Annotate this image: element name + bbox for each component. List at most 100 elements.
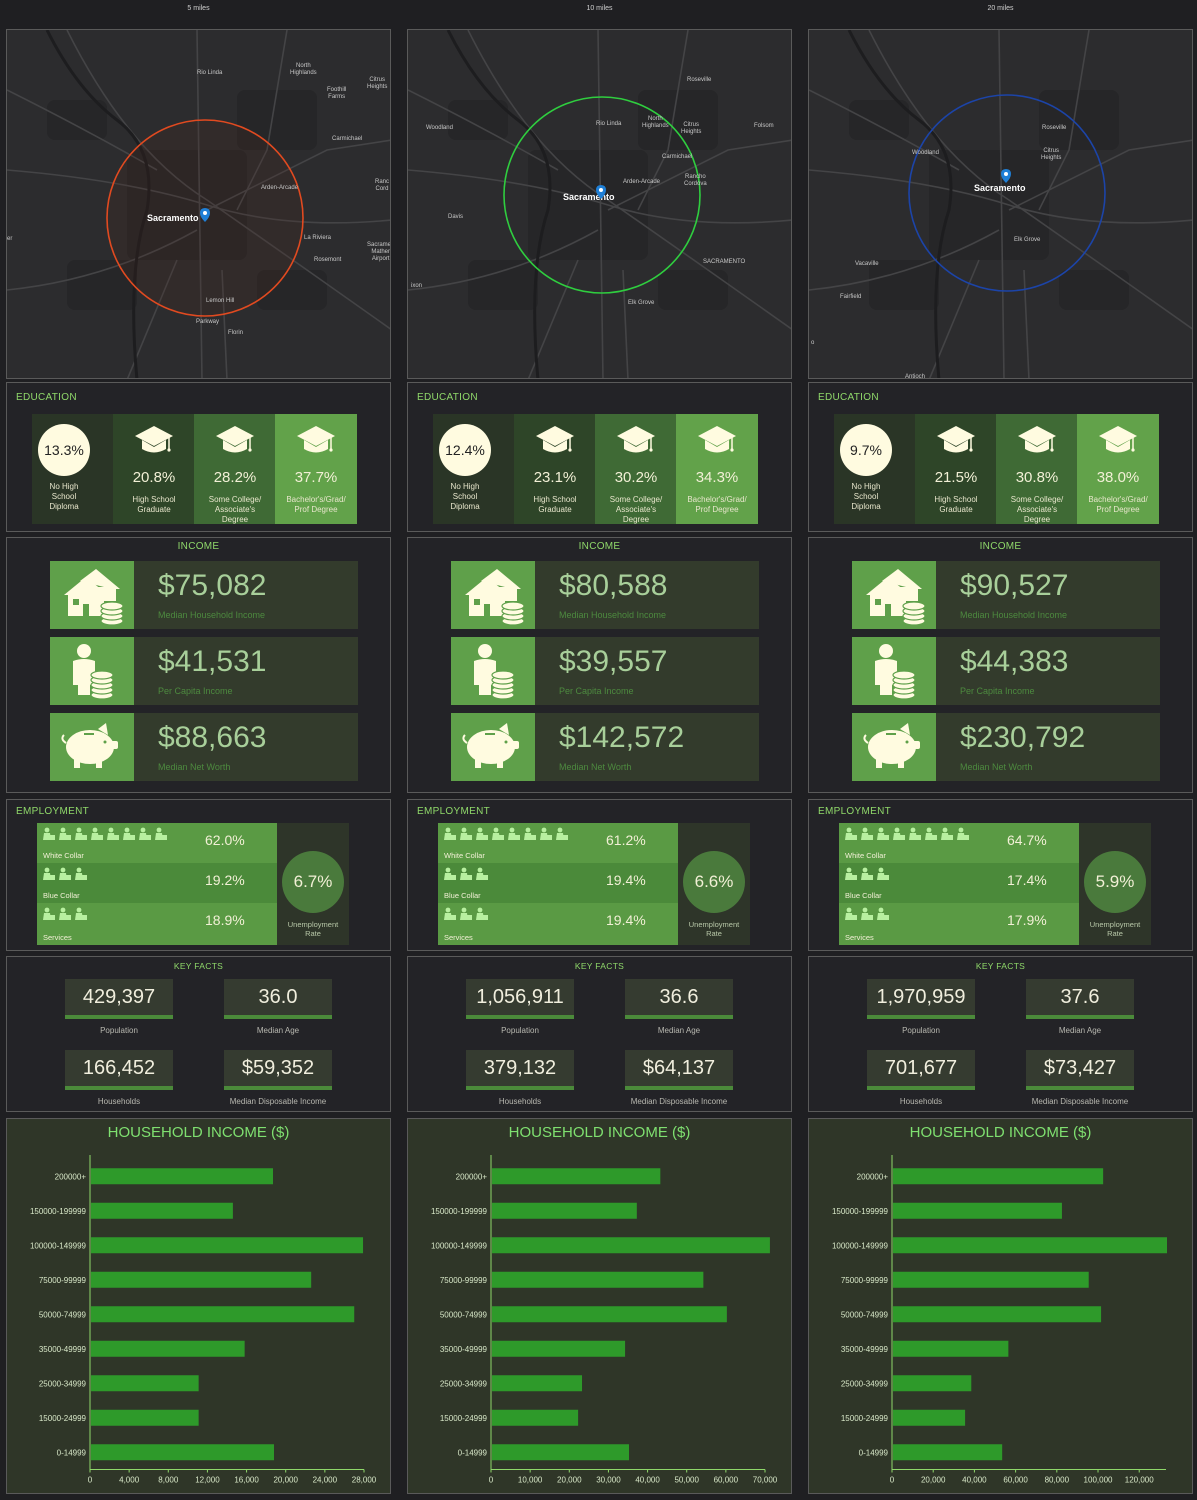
map-canvas[interactable] (408, 30, 792, 379)
employment-row: White Collar 61.2% (438, 823, 678, 863)
income-row: $142,572 Median Net Worth (451, 713, 759, 781)
income-bar (492, 1409, 579, 1426)
education-label: No High School Diploma (450, 482, 480, 511)
key-fact-label: Population (902, 1026, 940, 1035)
location-pin-icon[interactable] (200, 208, 210, 222)
map-place-label: Rio Linda (197, 70, 223, 76)
employment-label: Blue Collar (845, 891, 882, 900)
key-fact-box: 166,452 (65, 1050, 173, 1090)
income-label: Median Net Worth (158, 762, 231, 772)
map-place-label: Parkway (196, 319, 220, 325)
category-tick-label: 25000-34999 (841, 1379, 889, 1388)
income-bar (492, 1375, 583, 1392)
employment-label: Services (845, 933, 874, 942)
income-value-box: $41,531 Per Capita Income (134, 637, 358, 705)
income-bar (492, 1444, 629, 1461)
income-row: $75,082 Median Household Income (50, 561, 358, 629)
x-tick-label: 70,000 (753, 1476, 778, 1485)
education-tile: 38.0% Bachelor's/Grad/ Prof Degree (1077, 414, 1159, 524)
category-tick-label: 150000-199999 (431, 1207, 488, 1216)
graduation-cap-icon (215, 424, 255, 458)
income-value-box: $39,557 Per Capita Income (535, 637, 759, 705)
map-place-label: Rancho Cordova (684, 174, 707, 187)
ring-map[interactable]: Roseville Rio Linda North Highlands Citrus … (407, 29, 792, 379)
education-label: Bachelor's/Grad/ Prof Degree (1088, 495, 1148, 514)
ring-distance-label: 5 miles (187, 5, 210, 12)
house-coins-icon (451, 561, 535, 629)
employment-row: Services 17.9% (839, 903, 1079, 945)
employment-label: Services (444, 933, 473, 942)
graduation-cap-icon (296, 424, 336, 458)
map-place-label: Davis (448, 214, 464, 220)
map-place-label: La Riviera (304, 235, 332, 241)
category-tick-label: 150000-199999 (832, 1207, 889, 1216)
map-canvas[interactable] (809, 30, 1193, 379)
location-pin-icon[interactable] (1001, 169, 1011, 183)
education-tile: 23.1% High School Graduate (514, 414, 596, 524)
map-place-label: Sacramen Mather Airport (367, 242, 391, 262)
employment-pct: 62.0% (205, 832, 245, 848)
education-pct-circle: 12.4% (439, 424, 491, 476)
location-pin-icon[interactable] (596, 185, 606, 199)
education-title: EDUCATION (417, 392, 478, 403)
x-tick-label: 24,000 (313, 1476, 338, 1485)
education-tile: 34.3% Bachelor's/Grad/ Prof Degree (676, 414, 758, 524)
income-label: Median Net Worth (559, 762, 632, 772)
x-tick-label: 20,000 (921, 1476, 946, 1485)
education-tile: 30.2% Some College/ Associate's Degree (595, 414, 677, 524)
education-label: High School Graduate (533, 495, 577, 514)
income-row: $80,588 Median Household Income (451, 561, 759, 629)
key-fact-value: $73,427 (1043, 1057, 1117, 1079)
map-canvas[interactable] (7, 30, 391, 379)
income-label: Median Household Income (960, 610, 1068, 620)
income-value: $39,557 (559, 645, 668, 678)
education-pct: 30.2% (614, 469, 658, 486)
x-tick-label: 28,000 (352, 1476, 377, 1485)
category-tick-label: 15000-24999 (39, 1414, 87, 1423)
income-value: $80,588 (559, 569, 668, 602)
income-bar (893, 1444, 1003, 1461)
income-value: $44,383 (960, 645, 1069, 678)
ring-map[interactable]: Rio Linda North Highlands Citrus Heights Fo… (6, 29, 391, 379)
education-label: No High School Diploma (851, 482, 881, 511)
employment-title: EMPLOYMENT (417, 806, 491, 817)
category-tick-label: 100000-149999 (832, 1241, 889, 1250)
income-value-box: $142,572 Median Net Worth (535, 713, 759, 781)
employment-row: Blue Collar 19.2% (37, 863, 277, 903)
category-tick-label: 0-14999 (859, 1448, 889, 1457)
employment-label: White Collar (845, 851, 886, 860)
key-facts-title: KEY FACTS (173, 961, 224, 971)
employment-label: White Collar (43, 851, 84, 860)
unemployment-box: 6.7% Unemployment Rate (277, 823, 349, 945)
map-place-label: Carmichael (662, 154, 693, 160)
income-value-box: $88,663 Median Net Worth (134, 713, 358, 781)
piggy-bank-icon (451, 713, 535, 781)
key-fact-value: 701,677 (884, 1057, 958, 1079)
key-fact-label: Median Age (657, 1026, 701, 1035)
category-tick-label: 200000+ (55, 1172, 87, 1181)
map-city-label: Sacramento (974, 183, 1026, 193)
map-place-label: Woodland (426, 125, 453, 131)
income-panel: INCOME $75,082 Median Household Income $41,… (6, 537, 391, 793)
education-tile: 13.3% No High School Diploma (32, 414, 114, 524)
x-tick-label: 120,000 (1125, 1476, 1154, 1485)
income-value: $142,572 (559, 721, 685, 754)
key-fact-label: Households (498, 1097, 542, 1106)
income-bar (893, 1237, 1167, 1254)
ring-map[interactable]: Roseville Woodland Citrus Heights Elk Grove… (808, 29, 1193, 379)
key-fact-label: Median Disposable Income (1031, 1097, 1129, 1106)
x-tick-label: 60,000 (714, 1476, 739, 1485)
category-tick-label: 100000-149999 (431, 1241, 488, 1250)
graduation-cap-icon (1017, 424, 1057, 458)
map-place-label: Citrus Heights (367, 77, 388, 90)
worker-icons (845, 867, 893, 881)
education-pct: 23.1% (533, 469, 577, 486)
income-row: $41,531 Per Capita Income (50, 637, 358, 705)
income-label: Per Capita Income (559, 686, 634, 696)
income-bar (893, 1340, 1009, 1357)
education-pct: 37.7% (294, 469, 338, 486)
map-place-label: Roseville (1042, 125, 1067, 131)
income-bar (492, 1271, 704, 1288)
employment-pct: 19.4% (606, 872, 646, 888)
income-label: Median Household Income (158, 610, 266, 620)
